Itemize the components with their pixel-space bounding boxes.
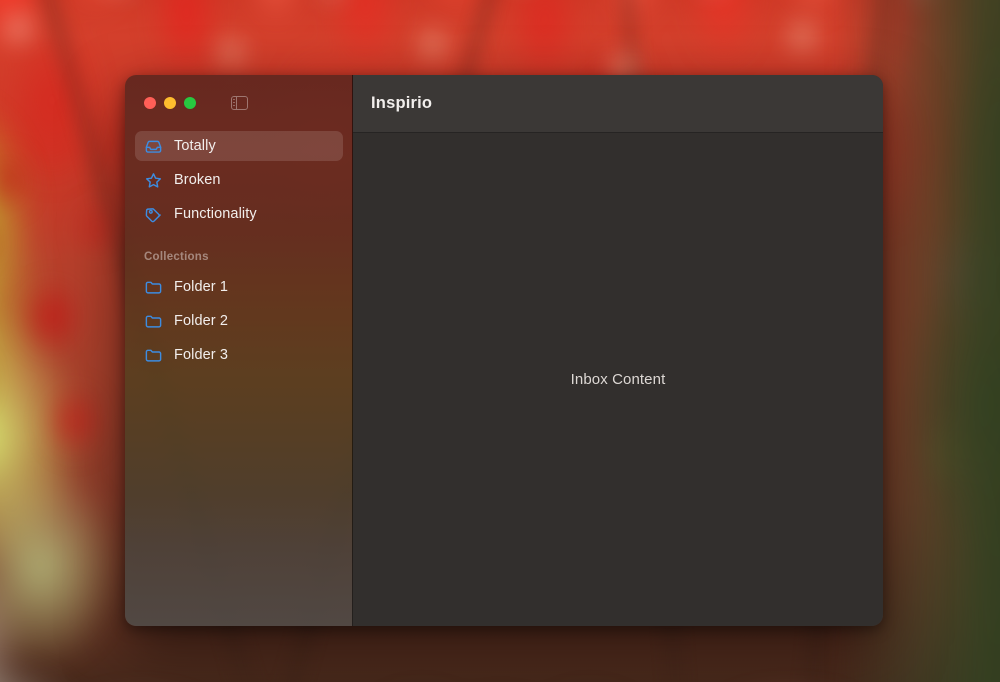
folder-icon — [144, 278, 163, 297]
folder-icon — [144, 346, 163, 365]
tray-icon — [144, 137, 163, 156]
sidebar-item-folder-1[interactable]: Folder 1 — [135, 272, 343, 302]
sidebar-item-functionality[interactable]: Functionality — [135, 199, 343, 229]
sidebar-item-label: Broken — [174, 172, 221, 188]
sidebar-item-label: Functionality — [174, 206, 257, 222]
zoom-button[interactable] — [184, 97, 196, 109]
sidebar-item-broken[interactable]: Broken — [135, 165, 343, 195]
sidebar-item-label: Folder 3 — [174, 347, 228, 363]
sidebar-section-collections: Collections — [135, 251, 343, 263]
app-window: Totally Broken Functionality Collections — [125, 75, 883, 626]
tag-icon — [144, 205, 163, 224]
content-pane: Inspirio Inbox Content — [353, 75, 883, 626]
sidebar-item-label: Folder 1 — [174, 279, 228, 295]
content-body: Inbox Content — [353, 133, 883, 626]
star-icon — [144, 171, 163, 190]
sidebar-item-label: Folder 2 — [174, 313, 228, 329]
minimize-button[interactable] — [164, 97, 176, 109]
sidebar-item-folder-2[interactable]: Folder 2 — [135, 306, 343, 336]
sidebar-toggle-icon[interactable] — [231, 96, 248, 110]
page-title: Inspirio — [371, 94, 432, 113]
content-header: Inspirio — [353, 75, 883, 133]
close-button[interactable] — [144, 97, 156, 109]
sidebar-item-totally[interactable]: Totally — [135, 131, 343, 161]
sidebar-item-folder-3[interactable]: Folder 3 — [135, 340, 343, 370]
sidebar: Totally Broken Functionality Collections — [125, 75, 353, 626]
content-placeholder-text: Inbox Content — [571, 371, 666, 388]
folder-icon — [144, 312, 163, 331]
sidebar-item-label: Totally — [174, 138, 216, 154]
window-controls — [135, 75, 343, 131]
